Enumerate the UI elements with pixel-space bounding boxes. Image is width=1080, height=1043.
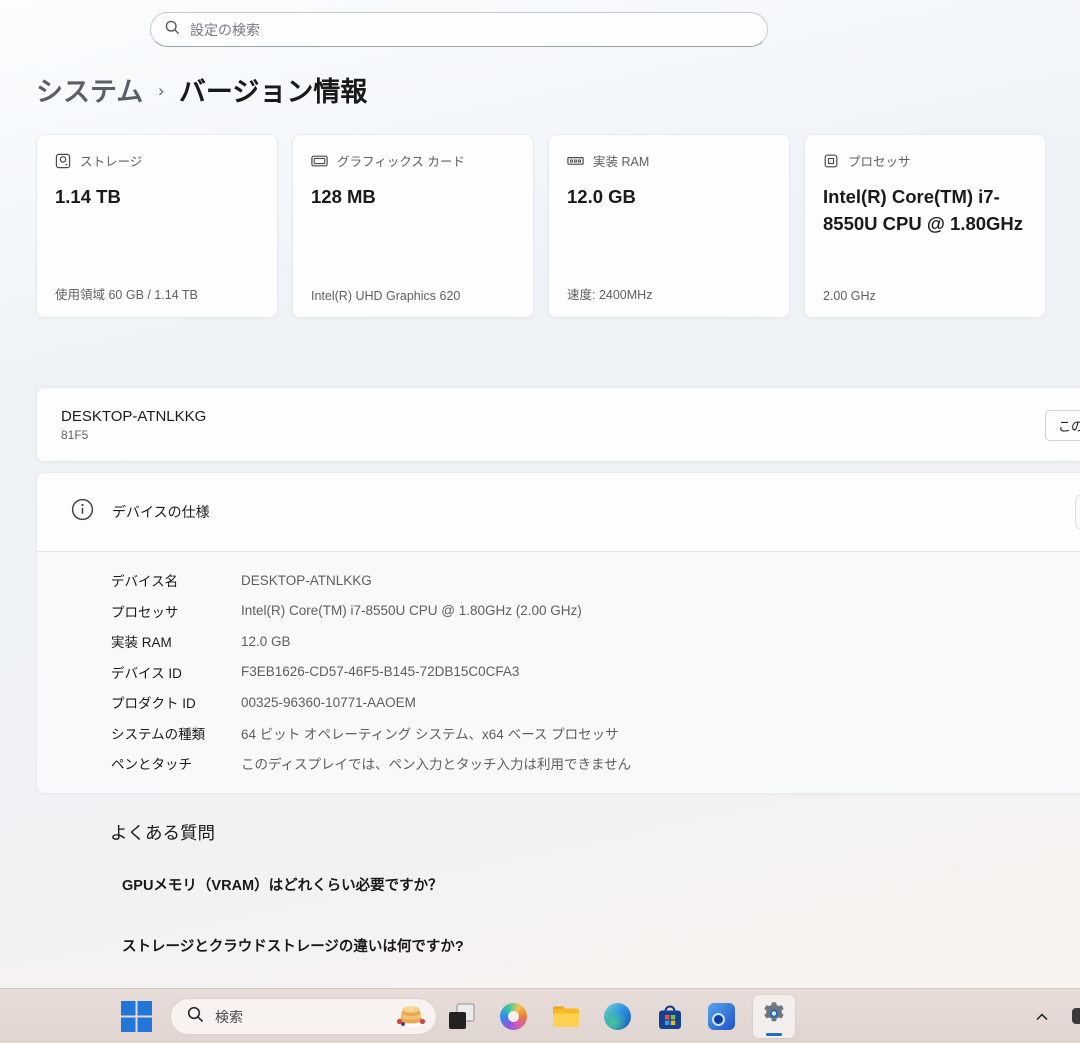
page-title: バージョン情報	[179, 70, 367, 109]
tray-chevron-up-button[interactable]	[1035, 1009, 1049, 1027]
hidden-tray-icon[interactable]	[1072, 1008, 1080, 1024]
breadcrumb-separator-icon: ›	[158, 78, 164, 101]
settings-button[interactable]	[753, 995, 795, 1038]
settings-search-input[interactable]	[190, 22, 753, 38]
graphics-icon	[311, 153, 328, 169]
taskbar-search-label: 検索	[215, 1007, 394, 1027]
microsoft-store-button[interactable]	[656, 1003, 684, 1031]
settings-search-box[interactable]	[150, 12, 768, 47]
ram-caption: 速度: 2400MHz	[567, 284, 652, 303]
storage-card: ストレージ 1.14 TB 使用領域 60 GB / 1.14 TB	[36, 134, 278, 318]
storage-caption: 使用領域 60 GB / 1.14 TB	[55, 284, 198, 303]
spec-value: 00325-96360-10771-AAOEM	[241, 695, 416, 710]
spec-row: デバイス名 DESKTOP-ATNLKKG	[37, 565, 1080, 596]
copilot-button[interactable]	[500, 1003, 528, 1031]
outlook-button[interactable]	[708, 1003, 736, 1031]
device-name-card: DESKTOP-ATNLKKG 81F5 このPCの名前を変更	[36, 387, 1080, 462]
processor-card: プロセッサ Intel(R) Core(TM) i7-8550U CPU @ 1…	[804, 134, 1046, 318]
spec-value: このディスプレイでは、ペン入力とタッチ入力は利用できません	[241, 753, 631, 773]
file-explorer-button[interactable]	[552, 1003, 580, 1031]
spec-value: 12.0 GB	[241, 634, 291, 649]
device-specs-header[interactable]: デバイスの仕様	[37, 473, 1080, 551]
spec-row: プロセッサ Intel(R) Core(TM) i7-8550U CPU @ 1…	[37, 596, 1080, 627]
spec-label: ペンとタッチ	[111, 753, 241, 773]
spec-label: プロセッサ	[111, 601, 241, 621]
device-specs-title: デバイスの仕様	[112, 502, 210, 522]
storage-value: 1.14 TB	[55, 183, 259, 210]
outlook-icon	[708, 1003, 735, 1030]
faq-question-storage[interactable]: ストレージとクラウドストレージの違いは何ですか?	[122, 935, 464, 956]
rename-pc-button[interactable]: このPCの名前を変更	[1045, 410, 1080, 441]
faq-question-vram[interactable]: GPUメモリ（VRAM）はどれくらい必要ですか？	[122, 874, 443, 895]
spec-value: F3EB1626-CD57-46F5-B145-72DB15C0CFA3	[241, 664, 519, 679]
faq-title: よくある質問	[110, 820, 215, 845]
copilot-icon	[500, 1003, 527, 1030]
device-specs-expander: デバイスの仕様 デバイス名 DESKTOP-ATNLKKG プロセッサ Inte…	[36, 472, 1080, 794]
expander-chevron-button[interactable]	[1075, 495, 1080, 529]
processor-icon	[823, 153, 839, 169]
chevron-up-icon	[1035, 1012, 1049, 1022]
spec-label: 実装 RAM	[111, 631, 241, 651]
ram-card: 実装 RAM 12.0 GB 速度: 2400MHz	[548, 134, 790, 318]
edge-button[interactable]	[604, 1003, 632, 1031]
taskbar-search-box[interactable]: 検索	[170, 998, 437, 1035]
spec-label: デバイス ID	[111, 662, 241, 682]
spec-row: 実装 RAM 12.0 GB	[37, 626, 1080, 657]
device-name: DESKTOP-ATNLKKG	[61, 408, 1080, 425]
spec-label: プロダクト ID	[111, 692, 241, 712]
device-subtitle: 81F5	[61, 428, 1080, 442]
file-explorer-icon	[552, 1003, 580, 1029]
spec-value: Intel(R) Core(TM) i7-8550U CPU @ 1.80GHz…	[241, 603, 582, 618]
spec-value: 64 ビット オペレーティング システム、x64 ベース プロセッサ	[241, 723, 619, 743]
search-icon	[187, 1006, 204, 1028]
ram-value: 12.0 GB	[567, 183, 771, 210]
card-label: グラフィックス カード	[337, 151, 465, 170]
spec-row: システムの種類 64 ビット オペレーティング システム、x64 ベース プロセ…	[37, 718, 1080, 749]
device-specs-content: デバイス名 DESKTOP-ATNLKKG プロセッサ Intel(R) Cor…	[37, 551, 1080, 793]
task-view-button[interactable]	[448, 1003, 476, 1031]
task-view-icon	[448, 1003, 476, 1031]
card-label: 実装 RAM	[593, 151, 649, 170]
spec-label: デバイス名	[111, 570, 241, 590]
processor-value: Intel(R) Core(TM) i7-8550U CPU @ 1.80GHz	[823, 183, 1027, 237]
taskbar: 検索	[0, 988, 1080, 1043]
active-app-indicator	[766, 1033, 782, 1036]
start-button[interactable]	[121, 1001, 152, 1037]
breadcrumb-system[interactable]: システム	[36, 70, 143, 109]
graphics-value: 128 MB	[311, 183, 515, 210]
search-icon	[165, 20, 180, 40]
ram-icon	[567, 153, 584, 169]
spec-row: デバイス ID F3EB1626-CD57-46F5-B145-72DB15C0…	[37, 657, 1080, 688]
settings-gear-icon	[760, 1000, 788, 1033]
spec-row: ペンとタッチ このディスプレイでは、ペン入力とタッチ入力は利用できません	[37, 748, 1080, 779]
pancakes-icon[interactable]	[394, 1000, 428, 1033]
edge-icon	[604, 1003, 631, 1030]
info-icon	[71, 498, 94, 526]
windows-logo-icon	[121, 1001, 152, 1032]
graphics-card: グラフィックス カード 128 MB Intel(R) UHD Graphics…	[292, 134, 534, 318]
breadcrumb: システム › バージョン情報	[36, 70, 367, 109]
processor-caption: 2.00 GHz	[823, 289, 876, 303]
storage-icon	[55, 153, 71, 169]
summary-cards: ストレージ 1.14 TB 使用領域 60 GB / 1.14 TB グラフィッ…	[36, 134, 1046, 318]
graphics-caption: Intel(R) UHD Graphics 620	[311, 289, 460, 303]
spec-value: DESKTOP-ATNLKKG	[241, 573, 372, 588]
card-label: ストレージ	[80, 151, 142, 170]
spec-row: プロダクト ID 00325-96360-10771-AAOEM	[37, 687, 1080, 718]
card-label: プロセッサ	[848, 151, 911, 170]
microsoft-store-icon	[656, 1003, 684, 1031]
spec-label: システムの種類	[111, 723, 241, 743]
